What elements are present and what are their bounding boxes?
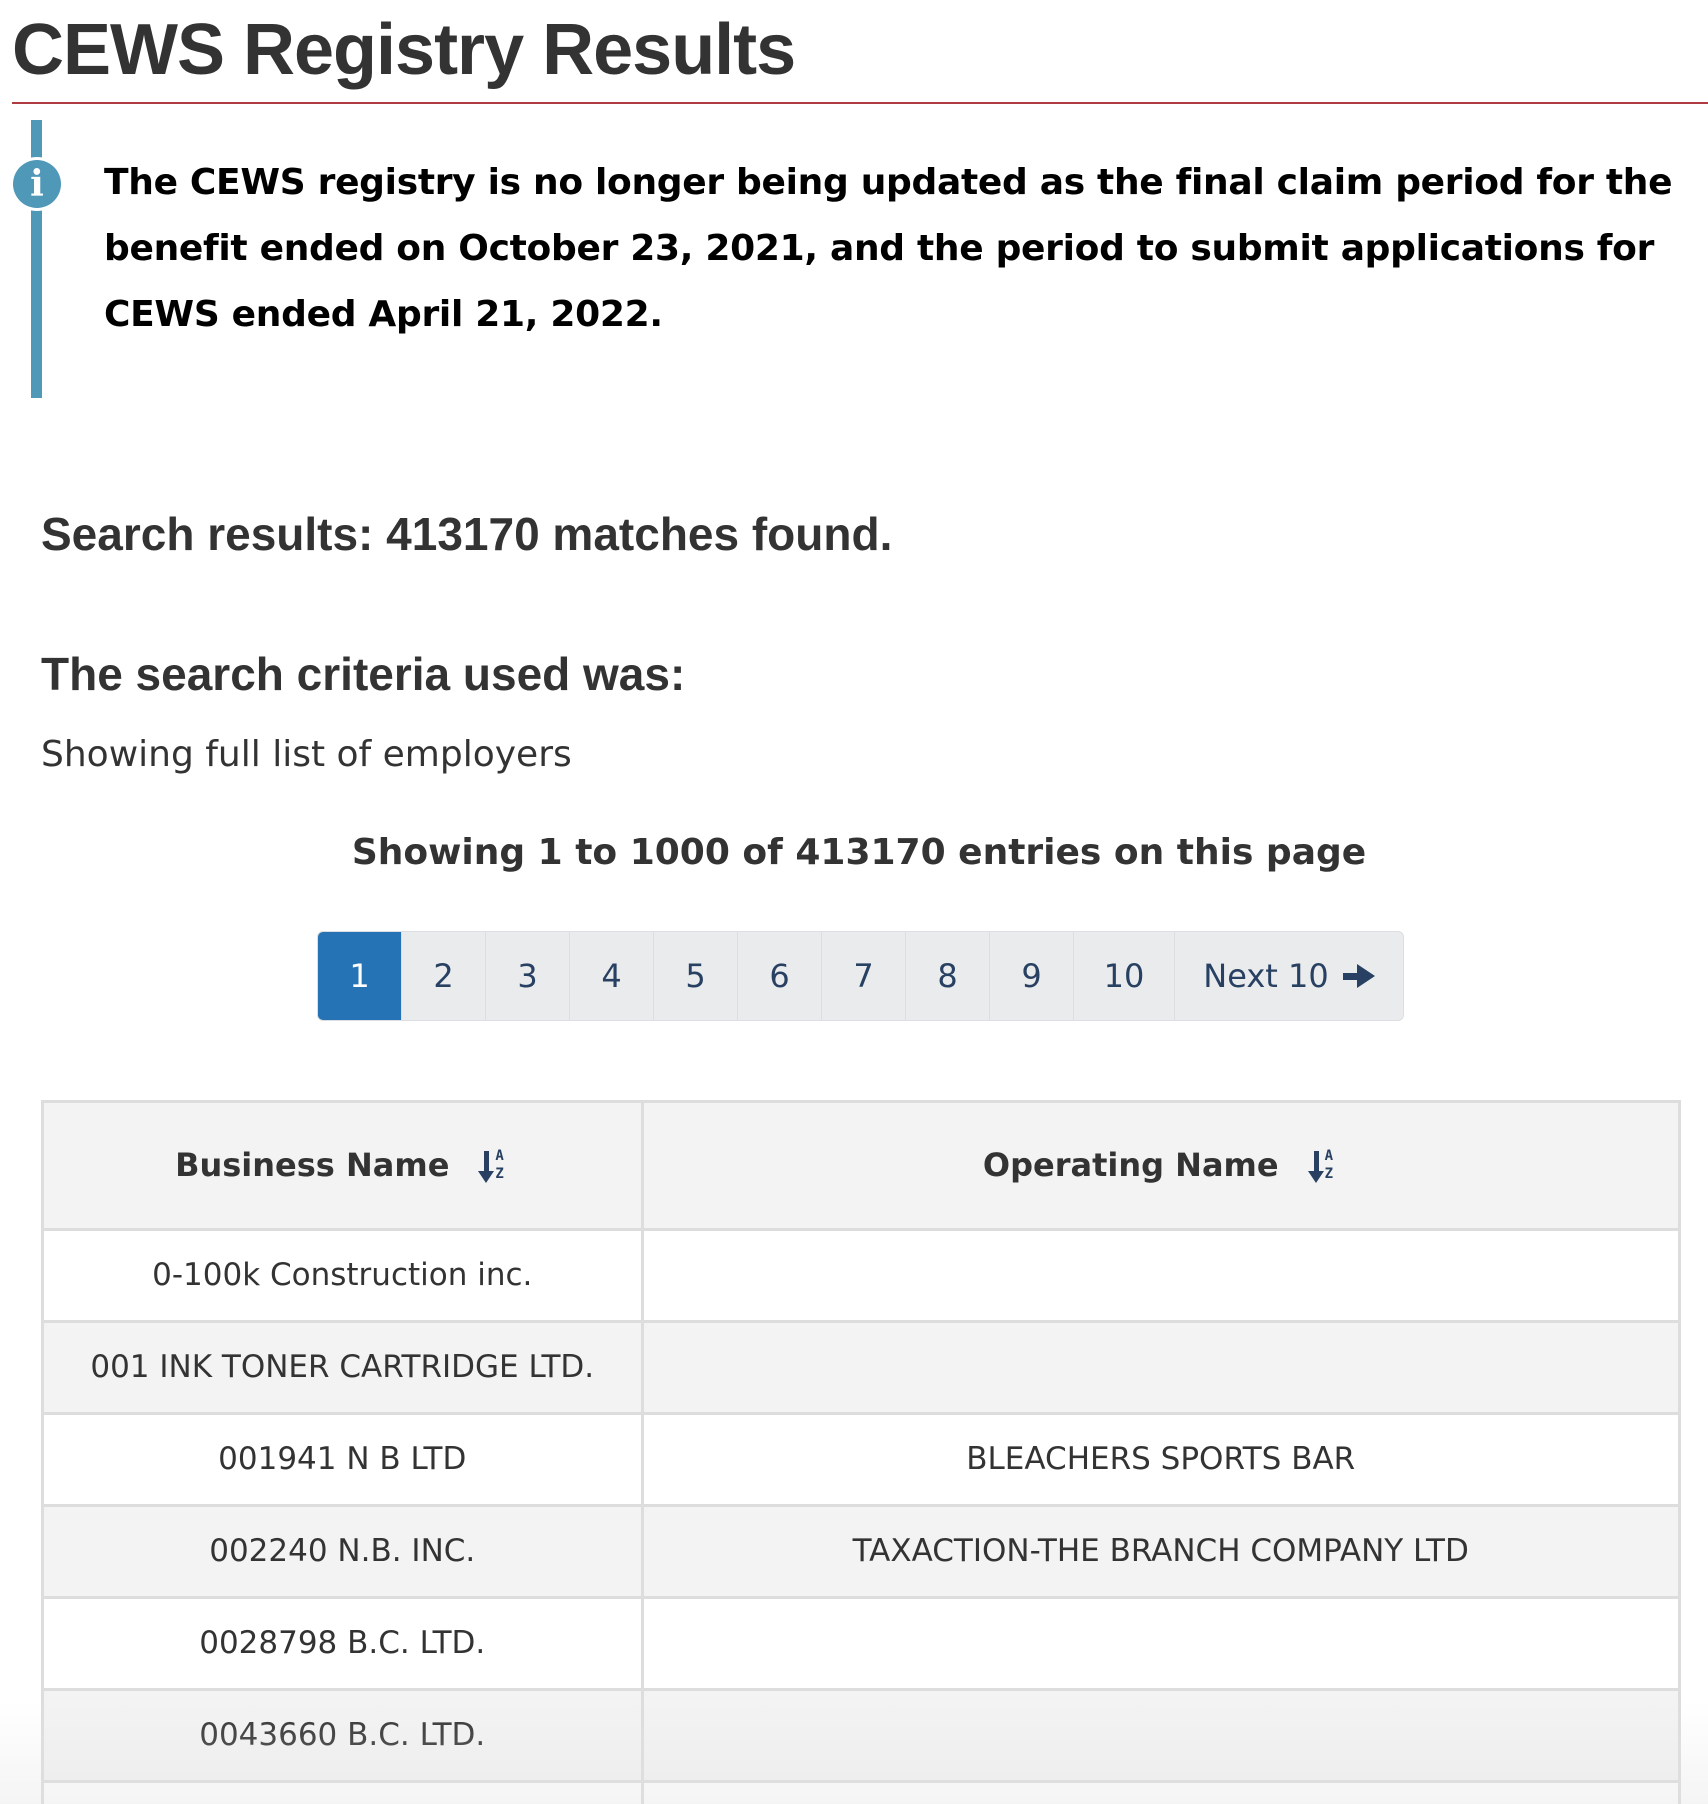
column-header-business-name[interactable]: Business Name AZ: [44, 1103, 644, 1231]
table-header-row: Business Name AZ Operating Name A Z: [44, 1103, 1678, 1231]
page-link-4[interactable]: 4: [570, 932, 654, 1020]
page-link-10[interactable]: 10: [1074, 932, 1175, 1020]
page-link-7[interactable]: 7: [822, 932, 906, 1020]
business-name-cell: 0-100k Construction inc.: [44, 1227, 644, 1323]
table-row: [44, 1779, 1678, 1804]
page-title: CEWS Registry Results: [12, 10, 796, 90]
next-10-button[interactable]: Next 10: [1175, 932, 1403, 1020]
info-icon: i: [13, 160, 61, 208]
results-table-container: Business Name AZ Operating Name A Z 0-10…: [41, 1100, 1681, 1804]
operating-name-cell: [640, 1687, 1678, 1783]
table-row: 001 INK TONER CARTRIDGE LTD.: [44, 1319, 1678, 1415]
operating-name-cell: [640, 1319, 1678, 1415]
arrow-right-icon: [1342, 964, 1375, 988]
table-row: 002240 N.B. INC. TAXACTION-THE BRANCH CO…: [44, 1503, 1678, 1599]
operating-name-cell: [640, 1779, 1678, 1804]
sort-alpha-down-icon[interactable]: AZ: [1307, 1147, 1339, 1184]
business-name-cell: 002240 N.B. INC.: [44, 1503, 644, 1599]
operating-name-cell: [640, 1595, 1678, 1691]
pagination: 1 2 3 4 5 6 7 8 9 10 Next 10: [317, 931, 1404, 1021]
alert-message: The CEWS registry is no longer being upd…: [104, 162, 1673, 335]
business-name-cell: 0043660 B.C. LTD.: [44, 1687, 644, 1783]
column-header-label: Business Name: [175, 1146, 450, 1185]
column-header-label: Operating Name: [982, 1146, 1279, 1185]
operating-name-cell: TAXACTION-THE BRANCH COMPANY LTD: [640, 1503, 1678, 1599]
criteria-heading: The search criteria used was:: [41, 648, 686, 700]
results-heading: Search results: 413170 matches found.: [41, 508, 893, 560]
business-name-cell: 001 INK TONER CARTRIDGE LTD.: [44, 1319, 644, 1415]
entries-summary: Showing 1 to 1000 of 413170 entries on t…: [351, 832, 1367, 873]
business-name-cell: [44, 1779, 644, 1804]
column-header-operating-name[interactable]: Operating Name AZ: [640, 1103, 1678, 1231]
table-row: 001941 N B LTD BLEACHERS SPORTS BAR: [44, 1411, 1678, 1507]
page-link-3[interactable]: 3: [486, 932, 570, 1020]
table-row: 0-100k Construction inc.: [44, 1227, 1678, 1323]
table-row: 0028798 B.C. LTD.: [44, 1595, 1678, 1691]
results-table: Business Name AZ Operating Name A Z 0-10…: [44, 1103, 1678, 1804]
operating-name-cell: [640, 1227, 1678, 1323]
criteria-text: Showing full list of employers: [41, 734, 572, 775]
page: CEWS Registry Results i The CEWS registr…: [0, 0, 1708, 1804]
page-link-1[interactable]: 1: [318, 932, 402, 1020]
operating-name-cell: BLEACHERS SPORTS BAR: [640, 1411, 1678, 1507]
page-link-9[interactable]: 9: [990, 932, 1074, 1020]
sort-alpha-down-icon[interactable]: AZ: [478, 1147, 509, 1184]
title-divider: [12, 102, 1708, 104]
page-link-5[interactable]: 5: [654, 932, 738, 1020]
page-link-2[interactable]: 2: [402, 932, 486, 1020]
next-10-label: Next 10: [1203, 957, 1329, 995]
page-link-6[interactable]: 6: [738, 932, 822, 1020]
business-name-cell: 001941 N B LTD: [44, 1411, 644, 1507]
page-link-8[interactable]: 8: [906, 932, 990, 1020]
business-name-cell: 0028798 B.C. LTD.: [44, 1595, 644, 1691]
table-row: 0043660 B.C. LTD.: [44, 1687, 1678, 1783]
